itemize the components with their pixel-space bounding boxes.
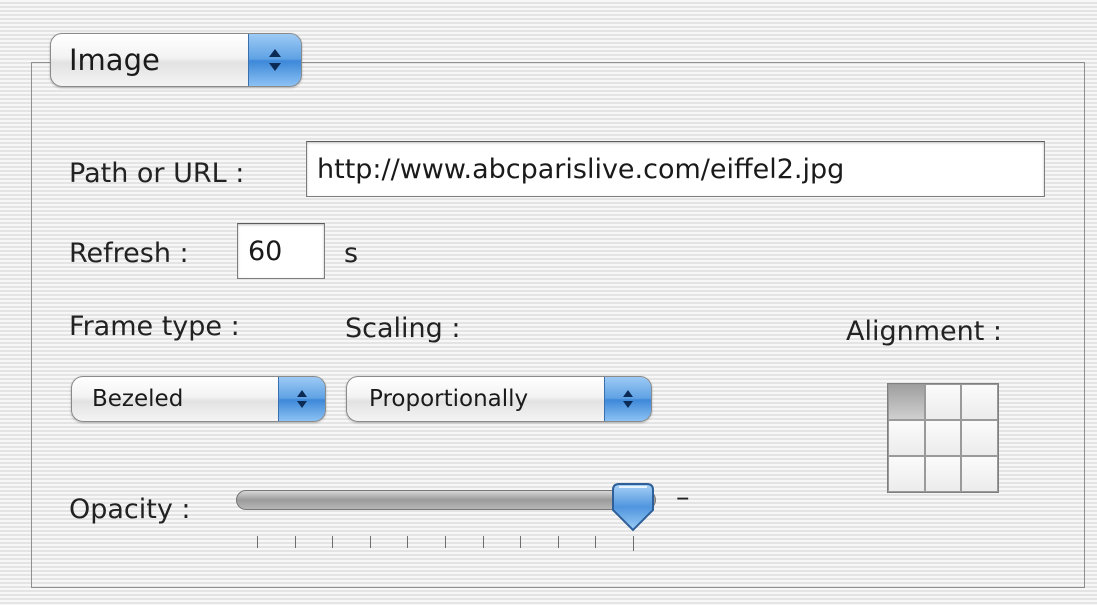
updown-arrows-icon bbox=[604, 377, 651, 421]
path-url-field[interactable]: http://www.abcparislive.com/eiffel2.jpg bbox=[306, 141, 1045, 197]
frame-type-popup[interactable]: Bezeled bbox=[71, 376, 326, 422]
alignment-grid[interactable] bbox=[887, 383, 999, 493]
alignment-cell-bottom-center[interactable] bbox=[924, 456, 962, 492]
updown-arrows-icon bbox=[278, 377, 325, 421]
opacity-tick bbox=[633, 536, 634, 551]
path-url-value: http://www.abcparislive.com/eiffel2.jpg bbox=[317, 153, 845, 185]
opacity-tick bbox=[332, 536, 334, 548]
opacity-label: Opacity : bbox=[69, 494, 191, 525]
refresh-unit: s bbox=[344, 238, 359, 269]
opacity-tick bbox=[595, 536, 597, 548]
scaling-label: Scaling : bbox=[345, 313, 461, 344]
frame-type-label: Frame type : bbox=[69, 311, 240, 342]
slider-thumb-icon[interactable] bbox=[611, 482, 655, 532]
opacity-tick bbox=[557, 536, 559, 548]
alignment-label: Alignment : bbox=[846, 316, 1003, 347]
alignment-cell-top-center[interactable] bbox=[924, 384, 962, 420]
scaling-popup[interactable]: Proportionally bbox=[346, 376, 652, 422]
alignment-cell-bottom-right[interactable] bbox=[961, 456, 998, 492]
opacity-tick bbox=[520, 536, 522, 548]
opacity-slider-track[interactable] bbox=[236, 490, 656, 510]
updown-arrows-icon bbox=[248, 34, 301, 86]
opacity-tick bbox=[407, 536, 409, 548]
opacity-tick bbox=[257, 536, 258, 548]
alignment-cell-bottom-left[interactable] bbox=[888, 456, 925, 492]
opacity-tick bbox=[369, 536, 371, 548]
opacity-tick bbox=[445, 536, 446, 548]
alignment-cell-top-left[interactable] bbox=[888, 384, 925, 420]
source-type-popup[interactable]: Image bbox=[50, 33, 302, 87]
alignment-cell-center[interactable] bbox=[924, 420, 962, 456]
opacity-tick bbox=[482, 536, 484, 548]
alignment-cell-middle-left[interactable] bbox=[888, 420, 925, 456]
opacity-max-marker: – bbox=[676, 482, 690, 513]
path-label: Path or URL : bbox=[69, 158, 245, 189]
refresh-field[interactable]: 60 bbox=[237, 223, 325, 279]
refresh-value: 60 bbox=[248, 235, 283, 267]
alignment-cell-middle-right[interactable] bbox=[961, 420, 998, 456]
opacity-tick bbox=[294, 536, 296, 548]
alignment-cell-top-right[interactable] bbox=[961, 384, 998, 420]
refresh-label: Refresh : bbox=[69, 238, 189, 269]
